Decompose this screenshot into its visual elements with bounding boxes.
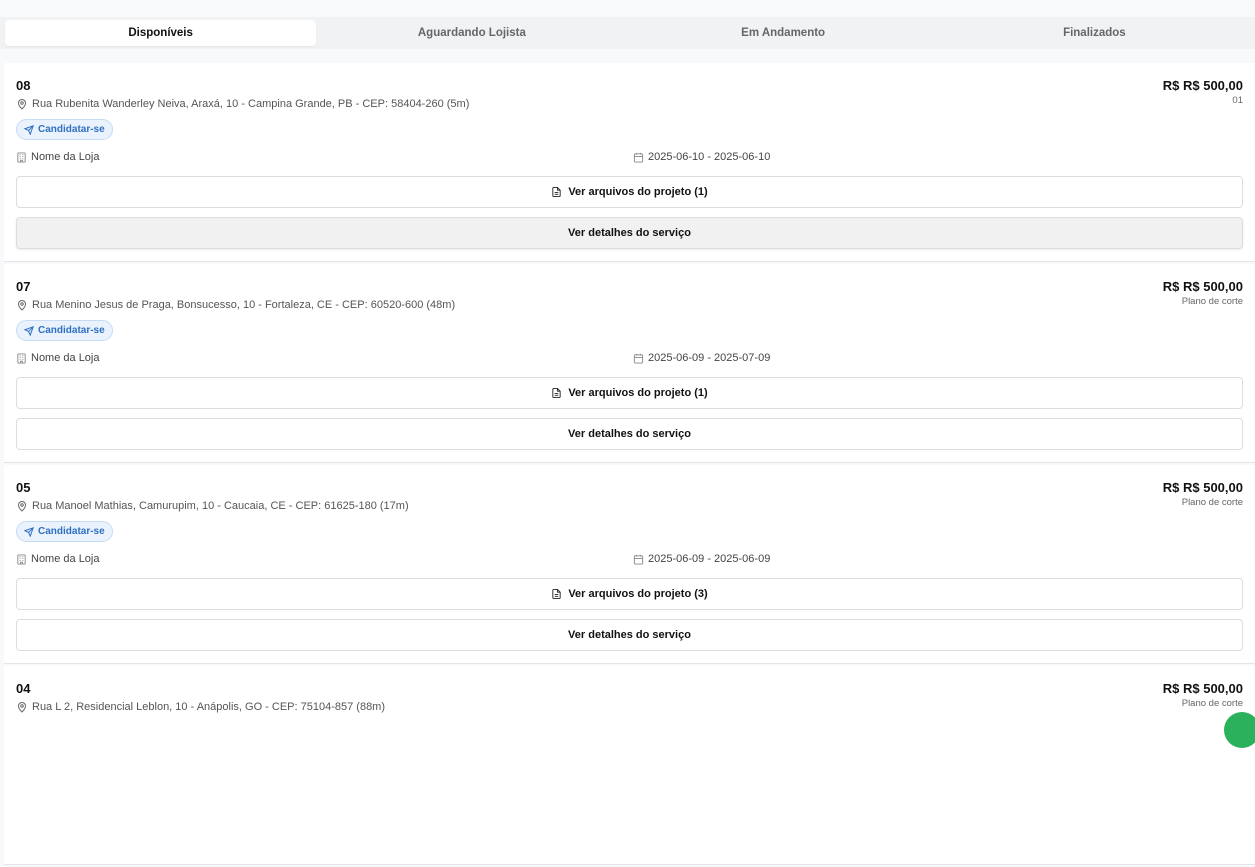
service-card: 05 R$ R$ 500,00 Plano de corte Rua Manoe… — [4, 465, 1255, 664]
apply-button[interactable]: Candidatar-se — [16, 320, 113, 341]
service-subtitle: 01 — [1232, 95, 1243, 106]
view-files-label: Ver arquivos do projeto (1) — [568, 387, 708, 399]
view-details-label: Ver detalhes do serviço — [568, 428, 691, 440]
service-price: R$ R$ 500,00 — [1162, 279, 1243, 294]
apply-label: Candidatar-se — [38, 325, 105, 336]
building-icon — [17, 352, 26, 364]
service-address: Rua Menino Jesus de Praga, Bonsucesso, 1… — [16, 299, 455, 311]
date-range: 2025-06-09 - 2025-06-09 — [633, 553, 770, 565]
service-subtitle: Plano de corte — [1181, 296, 1243, 307]
address-text: Rua L 2, Residencial Leblon, 10 - Anápol… — [32, 701, 386, 713]
service-card: 04 R$ R$ 500,00 Plano de corte Rua L 2, … — [4, 666, 1255, 865]
view-files-button[interactable]: Ver arquivos do projeto (1) — [16, 176, 1243, 208]
file-text-icon — [552, 387, 561, 399]
service-number: 04 — [16, 681, 31, 696]
status-tabs: Disponíveis Aguardando Lojista Em Andame… — [0, 17, 1255, 49]
service-card: 08 R$ R$ 500,00 01 Rua Rubenita Wanderle… — [4, 63, 1255, 262]
view-files-label: Ver arquivos do projeto (3) — [568, 588, 708, 600]
service-address: Rua Manoel Mathias, Camurupim, 10 - Cauc… — [16, 500, 409, 512]
store-name: Nome da Loja — [31, 151, 100, 163]
calendar-icon — [633, 152, 644, 163]
date-range: 2025-06-10 - 2025-06-10 — [633, 151, 770, 163]
store-name: Nome da Loja — [31, 553, 100, 565]
apply-label: Candidatar-se — [38, 124, 105, 135]
map-pin-icon — [17, 300, 27, 311]
date-range: 2025-06-09 - 2025-07-09 — [633, 352, 770, 364]
store-info: Nome da Loja — [16, 151, 100, 163]
address-text: Rua Menino Jesus de Praga, Bonsucesso, 1… — [32, 299, 456, 311]
service-subtitle: Plano de corte — [1181, 698, 1243, 709]
view-details-button[interactable]: Ver detalhes do serviço — [16, 418, 1243, 450]
apply-button[interactable]: Candidatar-se — [16, 119, 113, 140]
send-icon — [24, 124, 34, 135]
send-icon — [24, 325, 34, 336]
building-icon — [17, 151, 26, 163]
tab-disponiveis[interactable]: Disponíveis — [5, 20, 317, 46]
calendar-icon — [633, 554, 644, 565]
tab-aguardando-lojista[interactable]: Aguardando Lojista — [316, 20, 627, 46]
address-text: Rua Manoel Mathias, Camurupim, 10 - Cauc… — [32, 500, 409, 512]
map-pin-icon — [17, 99, 27, 110]
file-text-icon — [552, 588, 561, 600]
service-subtitle: Plano de corte — [1181, 497, 1243, 508]
store-info: Nome da Loja — [16, 352, 100, 364]
send-icon — [24, 526, 34, 537]
service-number: 07 — [16, 279, 31, 294]
service-number: 08 — [16, 78, 31, 93]
view-details-label: Ver detalhes do serviço — [568, 629, 691, 641]
apply-label: Candidatar-se — [38, 526, 105, 537]
chat-fab-button[interactable] — [1224, 712, 1255, 748]
date-range-text: 2025-06-09 - 2025-06-09 — [648, 553, 771, 565]
file-text-icon — [552, 186, 561, 198]
view-details-button[interactable]: Ver detalhes do serviço — [16, 619, 1243, 651]
date-range-text: 2025-06-10 - 2025-06-10 — [648, 151, 771, 163]
service-address: Rua Rubenita Wanderley Neiva, Araxá, 10 … — [16, 98, 469, 110]
address-text: Rua Rubenita Wanderley Neiva, Araxá, 10 … — [32, 98, 470, 110]
building-icon — [17, 553, 26, 565]
view-details-button[interactable]: Ver detalhes do serviço — [16, 217, 1243, 249]
map-pin-icon — [17, 501, 27, 512]
tab-em-andamento[interactable]: Em Andamento — [628, 20, 939, 46]
view-details-label: Ver detalhes do serviço — [568, 227, 691, 239]
tab-finalizados[interactable]: Finalizados — [939, 20, 1250, 46]
view-files-button[interactable]: Ver arquivos do projeto (3) — [16, 578, 1243, 610]
view-files-button[interactable]: Ver arquivos do projeto (1) — [16, 377, 1243, 409]
service-address: Rua L 2, Residencial Leblon, 10 - Anápol… — [16, 701, 385, 713]
service-list: 08 R$ R$ 500,00 01 Rua Rubenita Wanderle… — [4, 63, 1255, 867]
service-price: R$ R$ 500,00 — [1162, 681, 1243, 696]
store-info: Nome da Loja — [16, 553, 100, 565]
store-name: Nome da Loja — [31, 352, 100, 364]
service-number: 05 — [16, 480, 31, 495]
view-files-label: Ver arquivos do projeto (1) — [568, 186, 708, 198]
service-card: 07 R$ R$ 500,00 Plano de corte Rua Menin… — [4, 264, 1255, 463]
service-price: R$ R$ 500,00 — [1162, 78, 1243, 93]
apply-button[interactable]: Candidatar-se — [16, 521, 113, 542]
calendar-icon — [633, 353, 644, 364]
service-price: R$ R$ 500,00 — [1162, 480, 1243, 495]
map-pin-icon — [17, 702, 27, 713]
date-range-text: 2025-06-09 - 2025-07-09 — [648, 352, 771, 364]
